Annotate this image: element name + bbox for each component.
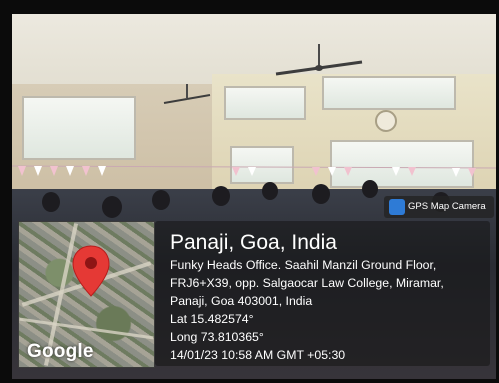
- person-head: [362, 180, 378, 198]
- window: [22, 96, 136, 160]
- latitude-label: Lat 15.482574°: [170, 312, 254, 326]
- timestamp-label: 14/01/23 10:58 AM GMT +05:30: [170, 348, 346, 362]
- ceiling-fan-icon: [275, 44, 363, 76]
- person-head: [212, 186, 230, 206]
- ceiling-fan-icon: [163, 84, 211, 104]
- location-pin-icon: [72, 245, 110, 297]
- map-thumbnail: Google: [18, 221, 155, 368]
- map-camera-icon: [389, 199, 405, 215]
- image-frame: GPS Map Camera Google Panaji, Goa, India…: [0, 0, 499, 383]
- longitude-label: Long 73.810365°: [170, 330, 264, 344]
- person-head: [152, 190, 170, 210]
- person-head: [312, 184, 330, 204]
- address-line: Funky Heads Office. Saahil Manzil Ground…: [170, 258, 437, 272]
- location-title: Panaji, Goa, India: [170, 231, 337, 254]
- person-head: [42, 192, 60, 212]
- wall-clock-icon: [375, 110, 397, 132]
- address-line: Panaji, Goa 403001, India: [170, 294, 313, 308]
- bunting-decoration: [12, 165, 496, 177]
- map-road: [19, 317, 154, 340]
- window: [224, 86, 306, 120]
- person-head: [102, 196, 122, 218]
- map-brand-logo: Google: [27, 341, 94, 362]
- app-badge-label: GPS Map Camera: [408, 201, 486, 212]
- person-head: [262, 182, 278, 200]
- address-line: FRJ6+X39, opp. Salgaocar Law College, Mi…: [170, 276, 444, 290]
